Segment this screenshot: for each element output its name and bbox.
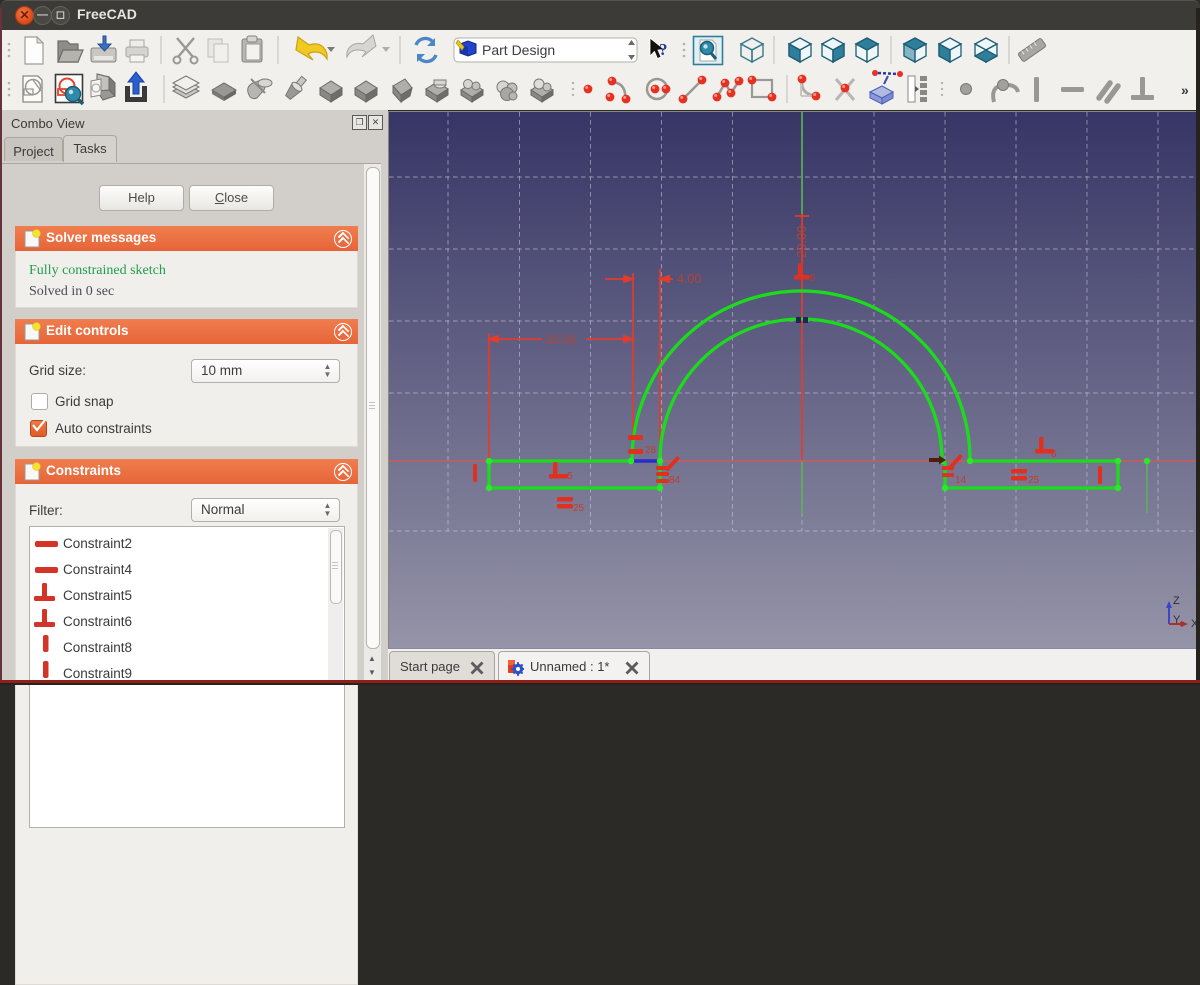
- svg-text:5: 5: [567, 471, 573, 482]
- svg-text:Part Design: Part Design: [482, 42, 555, 58]
- svg-text:6: 6: [1051, 449, 1057, 460]
- svg-text:Z: Z: [1173, 595, 1180, 607]
- svg-text:5: 5: [810, 273, 816, 284]
- svg-text:28: 28: [645, 445, 657, 456]
- svg-text:25: 25: [1028, 475, 1040, 486]
- svg-text:?: ?: [659, 40, 668, 59]
- svg-text:Y: Y: [1173, 614, 1181, 626]
- svg-text:25: 25: [573, 503, 585, 514]
- svg-text:20.00: 20.00: [794, 225, 809, 258]
- svg-text:84: 84: [669, 475, 681, 486]
- svg-text:4.00: 4.00: [677, 272, 701, 286]
- svg-text:20.00: 20.00: [545, 333, 576, 347]
- svg-text:14: 14: [955, 475, 967, 486]
- svg-text:»: »: [1181, 82, 1189, 98]
